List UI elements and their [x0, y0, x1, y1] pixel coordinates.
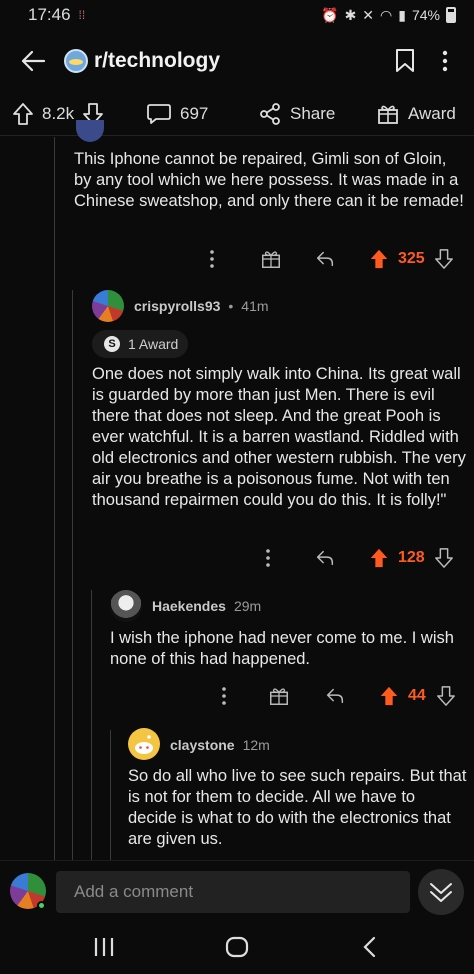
comments-button[interactable]: 697 — [146, 102, 208, 126]
more-options-icon[interactable] — [220, 685, 228, 707]
comment-actions: 325 — [200, 248, 468, 272]
subreddit-avatar[interactable] — [64, 49, 88, 73]
more-options-icon[interactable] — [208, 248, 216, 270]
upvote-icon[interactable] — [378, 685, 400, 707]
comment-meta: crispyrolls93 • 41m — [134, 298, 269, 314]
separator-dot: • — [228, 298, 234, 314]
comment-body: I wish the iphone had never come to me. … — [110, 629, 454, 668]
comment-actions: 128 — [200, 547, 468, 571]
silver-award-icon: S — [104, 336, 120, 352]
more-options-icon[interactable] — [264, 547, 272, 569]
user-avatar[interactable] — [128, 728, 160, 760]
status-icons: ⏰ ✱ ✕ ◠ ▮ 74% — [321, 7, 456, 24]
gift-icon[interactable] — [268, 685, 290, 707]
share-button[interactable]: Share — [258, 102, 335, 126]
score: 325 — [398, 250, 425, 267]
thread-line[interactable] — [72, 290, 73, 860]
avatar[interactable] — [76, 120, 104, 142]
reply-icon[interactable] — [314, 547, 336, 569]
user-avatar[interactable] — [92, 290, 124, 322]
thread-line[interactable] — [91, 590, 92, 860]
award-button[interactable]: Award — [376, 102, 456, 126]
system-nav-bar — [0, 924, 474, 974]
comment-body: One does not simply walk into China. Its… — [92, 365, 466, 509]
comment-composer-bar: Add a comment — [0, 860, 474, 924]
bookmark-icon[interactable] — [394, 48, 416, 74]
wifi-icon: ◠ — [380, 6, 393, 23]
upvote-icon[interactable] — [12, 102, 34, 126]
comment-meta: Haekendes 29m — [152, 598, 261, 614]
downvote-icon[interactable] — [434, 248, 454, 270]
share-icon — [260, 103, 280, 125]
bluetooth-icon: ✱ — [344, 6, 357, 23]
add-comment-input[interactable]: Add a comment — [56, 871, 410, 913]
comment-author[interactable]: claystone — [170, 737, 235, 753]
alarm-icon: ⏰ — [321, 6, 339, 23]
comment-time: 12m — [242, 737, 270, 753]
mute-icon: ✕ — [362, 6, 375, 23]
downvote-icon[interactable] — [434, 547, 454, 569]
gift-icon — [378, 105, 398, 124]
notification-icon: ⁞⁞ — [78, 8, 86, 22]
post-action-bar: 8.2k 697 Share Award — [0, 96, 474, 136]
upvote-icon[interactable] — [368, 248, 390, 270]
thread-line[interactable] — [110, 730, 111, 860]
award-label: Award — [408, 104, 456, 123]
award-count: 1 Award — [128, 336, 179, 352]
collapse-threads-button[interactable] — [418, 869, 464, 915]
signal-icon: ▮ — [398, 6, 406, 23]
thread-line[interactable] — [54, 137, 55, 860]
upvote-icon[interactable] — [368, 547, 390, 569]
status-bar: 17:46 ⁞⁞ ⏰ ✱ ✕ ◠ ▮ 74% — [0, 0, 474, 30]
comment-bubble-icon — [147, 104, 171, 124]
more-options-icon[interactable] — [440, 50, 450, 72]
comment-body: So do all who live to see such repairs. … — [128, 767, 467, 848]
comment-body: This Iphone cannot be repaired, Gimli so… — [74, 150, 464, 210]
back-icon[interactable] — [360, 936, 380, 958]
recent-apps-icon[interactable] — [92, 936, 116, 958]
reply-icon[interactable] — [314, 248, 336, 270]
battery-percent: 74% — [411, 7, 440, 23]
gift-icon[interactable] — [260, 248, 282, 270]
upvote-count: 8.2k — [42, 104, 75, 123]
post-header: r/technology — [0, 38, 474, 84]
double-chevron-down-icon — [430, 883, 452, 902]
battery-icon — [446, 7, 456, 23]
back-arrow-icon[interactable] — [18, 46, 48, 76]
comment-author[interactable]: crispyrolls93 — [134, 298, 220, 314]
reply-icon[interactable] — [324, 685, 346, 707]
comment-actions: 44 — [200, 685, 468, 709]
online-status-dot — [37, 901, 46, 910]
subreddit-name[interactable]: r/technology — [94, 49, 220, 73]
downvote-icon[interactable] — [436, 685, 456, 707]
user-avatar[interactable] — [110, 590, 142, 622]
status-time: 17:46 — [28, 5, 71, 24]
home-icon[interactable] — [225, 936, 249, 958]
award-badge[interactable]: S 1 Award — [92, 330, 188, 358]
score: 128 — [398, 549, 425, 566]
comment-count: 697 — [180, 104, 209, 123]
snoo-icon — [135, 735, 153, 754]
comment-meta: claystone 12m — [170, 737, 270, 753]
comment-time: 29m — [233, 598, 262, 614]
comment-author[interactable]: Haekendes — [152, 598, 226, 614]
comment-time: 41m — [241, 298, 269, 314]
share-label: Share — [290, 104, 336, 123]
score: 44 — [408, 687, 426, 704]
